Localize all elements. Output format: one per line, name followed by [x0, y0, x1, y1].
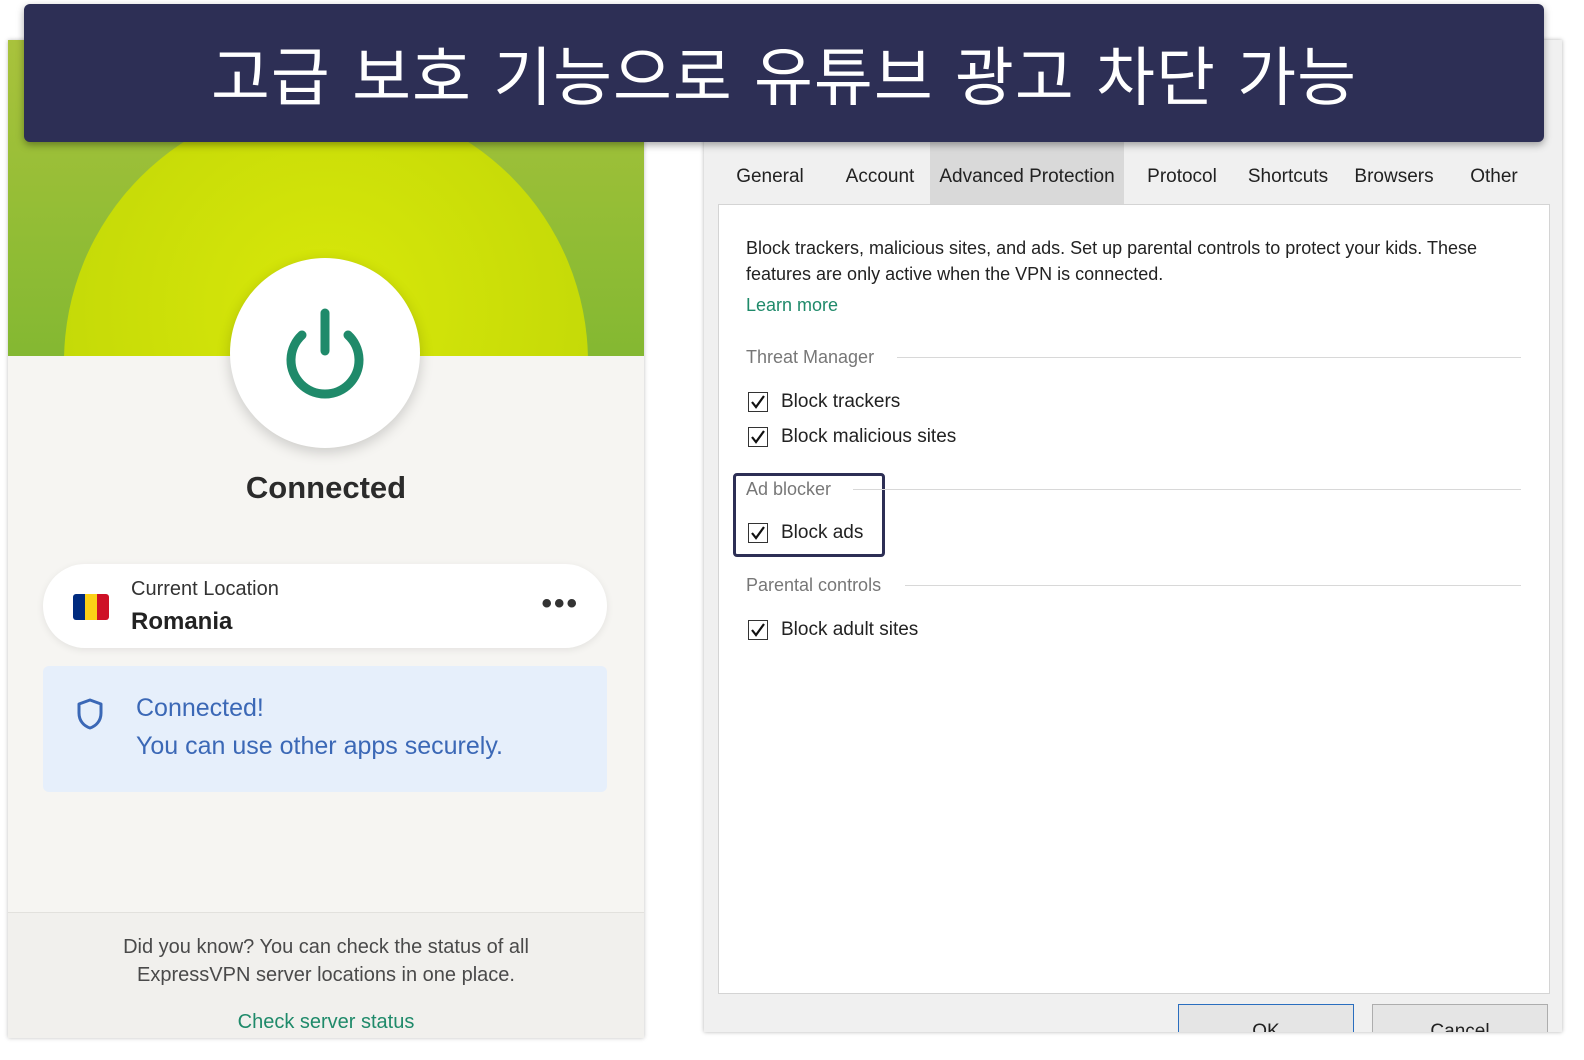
settings-tabs: General Account Advanced Protection Prot…: [718, 140, 1548, 206]
more-options-icon[interactable]: •••: [541, 589, 579, 619]
connected-notice: Connected! You can use other apps secure…: [43, 666, 607, 792]
block-adult-sites-label: Block adult sites: [781, 619, 919, 640]
tab-shortcuts[interactable]: Shortcuts: [1238, 140, 1338, 206]
banner-title: 고급 보호 기능으로 유튜브 광고 차단 가능: [210, 42, 1358, 116]
block-malicious-sites-checkbox[interactable]: [748, 427, 768, 447]
tip-line-1: Did you know? You can check the status o…: [123, 936, 529, 958]
tab-protocol[interactable]: Protocol: [1136, 140, 1228, 206]
romania-flag-icon: [73, 594, 109, 620]
tab-account[interactable]: Account: [830, 140, 930, 206]
tab-other[interactable]: Other: [1454, 140, 1534, 206]
power-icon: [286, 308, 364, 399]
divider: [905, 585, 1521, 586]
power-button[interactable]: [230, 258, 420, 448]
tip-line-2: ExpressVPN server locations in one place…: [137, 964, 515, 986]
notice-subtitle: You can use other apps securely.: [136, 732, 503, 760]
block-adult-sites-checkbox[interactable]: [748, 620, 768, 640]
advanced-protection-panel: Block trackers, malicious sites, and ads…: [718, 204, 1550, 994]
section-parental-controls: Parental controls: [746, 575, 882, 595]
current-location-card[interactable]: Current Location Romania •••: [43, 564, 607, 648]
shield-icon: [77, 698, 103, 730]
learn-more-link[interactable]: Learn more: [746, 295, 838, 316]
block-trackers-label: Block trackers: [781, 391, 901, 412]
divider: [853, 489, 1521, 490]
block-ads-checkbox[interactable]: [748, 523, 768, 543]
tip-footer: Did you know? You can check the status o…: [8, 912, 644, 1038]
notice-title: Connected!: [136, 694, 264, 722]
check-server-status-link[interactable]: Check server status: [8, 1011, 644, 1034]
checkmark-icon: [751, 395, 765, 409]
block-trackers-checkbox[interactable]: [748, 392, 768, 412]
cancel-button[interactable]: Cancel: [1372, 1004, 1548, 1032]
block-malicious-sites-label: Block malicious sites: [781, 426, 957, 447]
divider: [897, 357, 1521, 358]
checkmark-icon: [751, 623, 765, 637]
tab-browsers[interactable]: Browsers: [1344, 140, 1444, 206]
connection-status: Connected: [245, 470, 407, 505]
caption-banner: 고급 보호 기능으로 유튜브 광고 차단 가능: [24, 4, 1544, 142]
panel-description: Block trackers, malicious sites, and ads…: [746, 238, 1478, 284]
tab-advanced-protection[interactable]: Advanced Protection: [930, 140, 1124, 206]
location-name: Romania: [131, 608, 233, 635]
ok-button[interactable]: OK: [1178, 1004, 1354, 1032]
checkmark-icon: [751, 430, 765, 444]
location-caption: Current Location: [131, 578, 279, 600]
section-threat-manager: Threat Manager: [746, 347, 875, 367]
checkmark-icon: [751, 526, 765, 540]
settings-dialog: General Account Advanced Protection Prot…: [704, 40, 1562, 1032]
block-ads-label: Block ads: [781, 522, 864, 543]
tip-text: Did you know? You can check the status o…: [8, 933, 644, 989]
tab-general[interactable]: General: [726, 140, 814, 206]
vpn-app-window: Connected Current Location Romania ••• C…: [8, 40, 644, 1038]
section-ad-blocker: Ad blocker: [746, 479, 832, 499]
